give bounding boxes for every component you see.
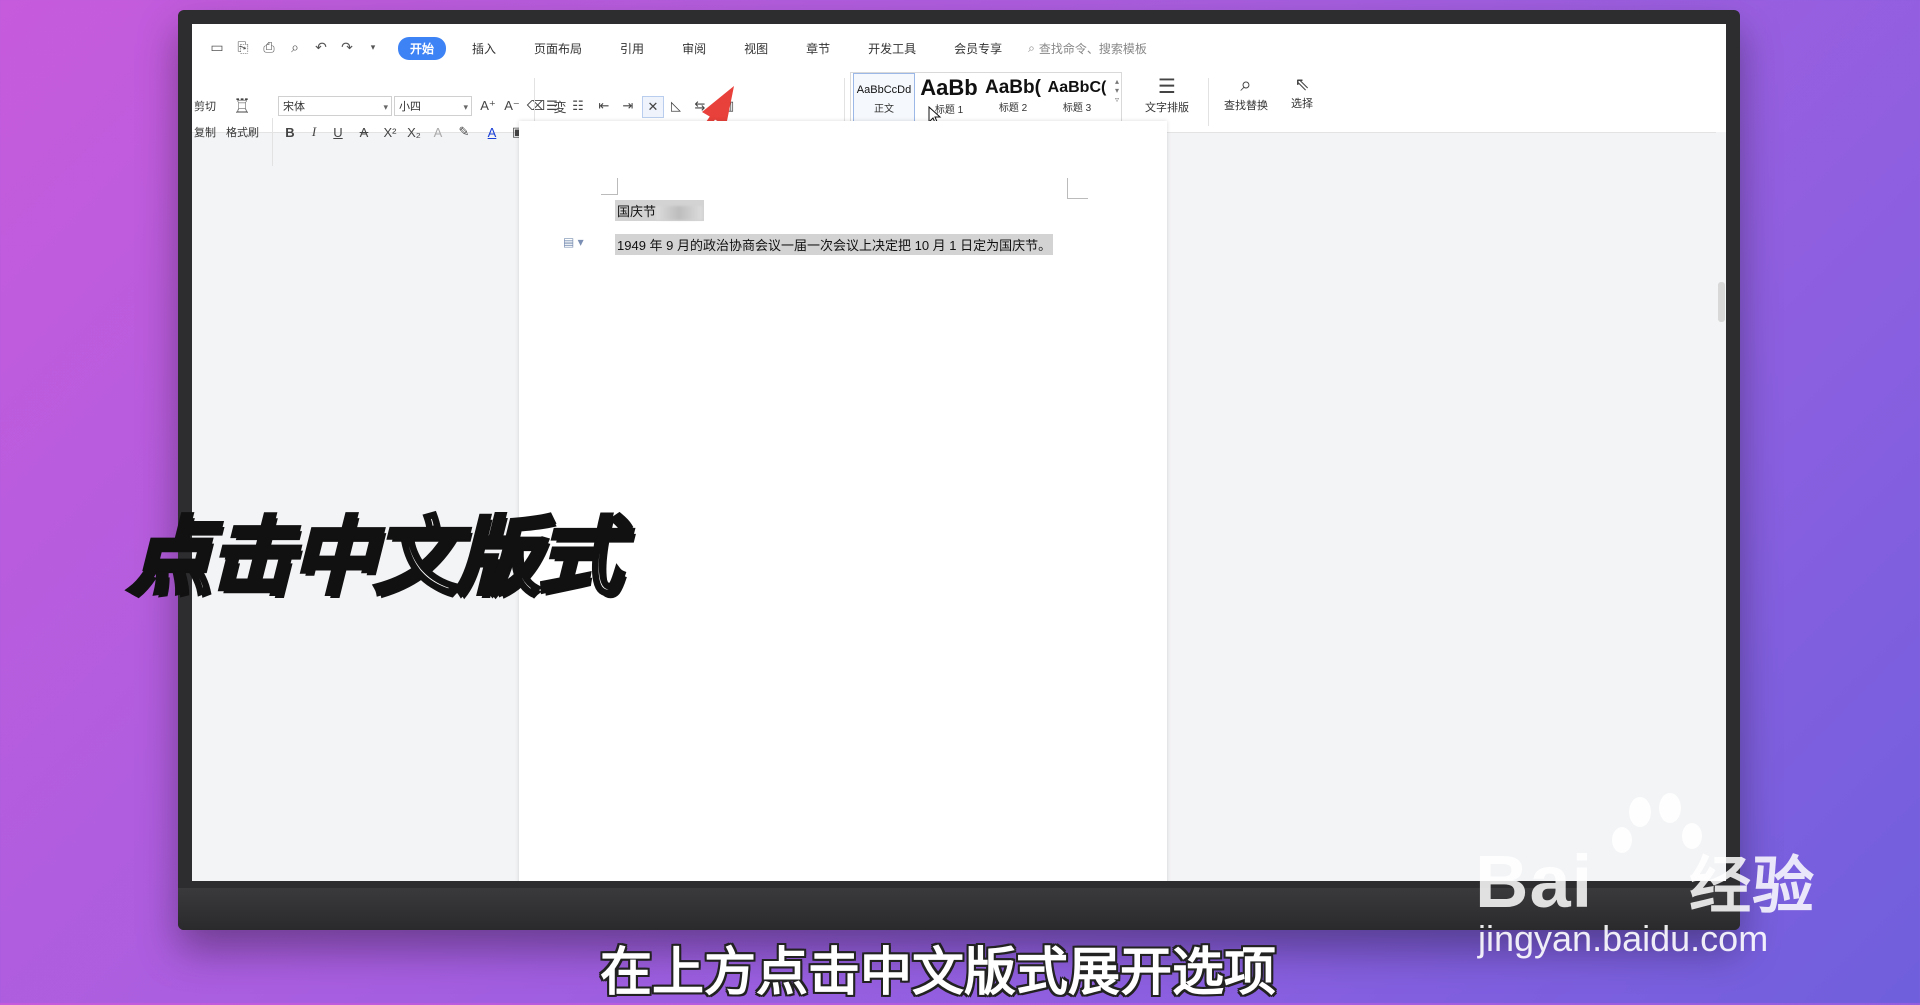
decrease-indent-icon[interactable]: ⇤ (594, 96, 614, 116)
export-pdf-icon[interactable]: ⎘ (234, 38, 252, 56)
font-color-icon[interactable]: A (482, 122, 502, 142)
chevron-down-icon: ▾ (463, 102, 468, 112)
text-layout-icon: ☰ (1158, 76, 1176, 98)
overlay-title: 点击中文版式 (126, 506, 624, 608)
subtitle-caption: 在上方点击中文版式展开选项 (600, 943, 1277, 1003)
document-line-title[interactable]: 国庆节 (615, 200, 705, 221)
select-label: 选择 (1291, 98, 1313, 110)
decrease-font-icon[interactable]: A⁻ (502, 96, 522, 116)
scrollbar-thumb[interactable] (1718, 282, 1725, 322)
redo-icon[interactable]: ↷ (338, 38, 356, 56)
vertical-scrollbar[interactable] (1716, 132, 1726, 881)
text-effect-icon[interactable]: A (428, 122, 448, 142)
divider (534, 78, 535, 126)
gallery-scroll-icon[interactable]: ▴ ▾ ▿ (1115, 77, 1119, 104)
paragraph-handle-icon[interactable]: ▤ ▾ (563, 235, 584, 249)
margin-corner-mark (1067, 178, 1088, 199)
copy-button[interactable]: 复制 (194, 124, 216, 140)
font-family-value: 宋体 (283, 101, 305, 113)
find-replace-button[interactable]: ⌕ 查找替换 (1214, 74, 1278, 113)
wps-writer-window: ▭ ⎘ ⎙ ⌕ ↶ ↷ ▾ 开始 插入 页面布局 引用 审阅 视图 章节 开发工… (192, 24, 1726, 881)
chevron-down-icon: ▾ (383, 102, 388, 112)
tab-page-layout[interactable]: 页面布局 (522, 37, 594, 60)
underline-icon[interactable]: U (328, 122, 348, 142)
style-name: 标题 2 (998, 103, 1028, 114)
increase-font-icon[interactable]: A⁺ (478, 96, 498, 116)
style-heading-2[interactable]: AaBb( 标题 2 (981, 73, 1045, 125)
document-line-body[interactable]: 1949 年 9 月的政治协商会议一届一次会议上决定把 10 月 1 日定为国庆… (615, 234, 1054, 255)
tab-insert[interactable]: 插入 (460, 37, 508, 60)
command-search-placeholder: 查找命令、搜索模板 (1038, 42, 1147, 56)
superscript-icon[interactable]: X² (380, 122, 400, 142)
watermark-brand: Bai (1475, 840, 1594, 923)
tab-member[interactable]: 会员专享 (942, 37, 1014, 60)
search-icon: ⌕ (1028, 41, 1035, 55)
text-layout-label: 文字排版 (1145, 102, 1189, 114)
bold-icon[interactable]: B (280, 122, 300, 142)
format-painter-button[interactable]: 格式刷 (226, 124, 259, 140)
pointer-icon: ⇖ (1294, 74, 1310, 94)
divider (1208, 78, 1209, 126)
text-layout-button[interactable]: ☰ 文字排版 (1132, 74, 1202, 115)
font-size-value: 小四 (399, 101, 421, 113)
italic-icon[interactable]: I (304, 122, 324, 142)
select-button[interactable]: ⇖ 选择 (1282, 74, 1322, 111)
cut-button[interactable]: 剪切 (194, 98, 216, 114)
print-icon[interactable]: ⎙ (260, 38, 278, 56)
redacted-text (656, 205, 703, 220)
highlight-icon[interactable]: ✎ (454, 122, 474, 142)
save-icon[interactable]: ▭ (208, 38, 226, 56)
style-preview: AaBb( (985, 77, 1041, 98)
numbered-list-icon[interactable]: ☷ (568, 96, 588, 116)
print-preview-icon[interactable]: ⌕ (286, 38, 304, 56)
find-replace-label: 查找替换 (1224, 100, 1268, 112)
customize-dropdown-icon[interactable]: ▾ (364, 38, 382, 56)
font-size-select[interactable]: 小四 ▾ (394, 96, 472, 116)
style-heading-3[interactable]: AaBbC( 标题 3 (1045, 73, 1109, 125)
tab-developer[interactable]: 开发工具 (856, 37, 928, 60)
title-bar: ▭ ⎘ ⎙ ⌕ ↶ ↷ ▾ 开始 插入 页面布局 引用 审阅 视图 章节 开发工… (192, 24, 1726, 68)
tab-view[interactable]: 视图 (732, 37, 780, 60)
tab-review[interactable]: 审阅 (670, 37, 718, 60)
magnifier-icon: ⌕ (1240, 74, 1252, 96)
ribbon-tabs: 开始 插入 页面布局 引用 审阅 视图 章节 开发工具 会员专享 ⌕ 查找命令、… (398, 37, 1147, 60)
quick-access-toolbar: ▭ ⎘ ⎙ ⌕ ↶ ↷ ▾ (208, 38, 382, 56)
watermark-suffix: 经验 (1689, 852, 1816, 921)
bullet-list-icon[interactable]: ☰ (542, 96, 562, 116)
title-text: 国庆节 (617, 204, 657, 219)
undo-icon[interactable]: ↶ (312, 38, 330, 56)
baidu-watermark: Bai 经验 (1475, 835, 1815, 925)
watermark-url: jingyan.baidu.com (1478, 918, 1769, 959)
style-name: 标题 3 (1062, 103, 1092, 114)
tab-references[interactable]: 引用 (608, 37, 656, 60)
tab-home[interactable]: 开始 (398, 37, 447, 60)
subscript-icon[interactable]: X₂ (404, 122, 424, 142)
margin-corner-mark (601, 178, 618, 195)
format-painter-icon[interactable]: ♖ (232, 96, 252, 118)
style-preview: AaBbC( (1047, 79, 1107, 96)
command-search[interactable]: ⌕ 查找命令、搜索模板 (1028, 40, 1147, 57)
strikethrough-icon[interactable]: A (354, 122, 374, 142)
tab-section[interactable]: 章节 (794, 37, 842, 60)
font-family-select[interactable]: 宋体 ▾ (278, 96, 392, 116)
divider (272, 118, 273, 166)
